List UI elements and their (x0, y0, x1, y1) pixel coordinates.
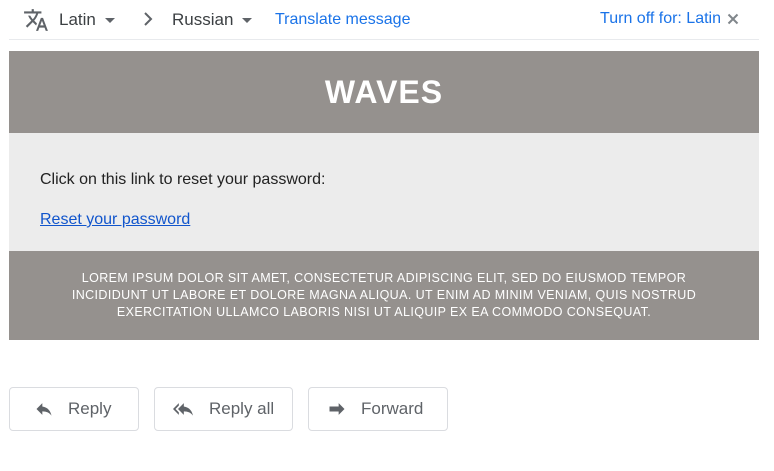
source-language-select[interactable]: Latin (59, 9, 115, 31)
brand-title: WAVES (324, 73, 444, 110)
reply-all-icon (173, 403, 193, 416)
chevron-down-icon (242, 17, 253, 23)
translate-message-link[interactable]: Translate message (275, 11, 410, 29)
turn-off-translation-link[interactable]: Turn off for: Latin (600, 10, 721, 28)
reset-instruction-text: Click on this link to reset your passwor… (40, 171, 326, 188)
forward-button[interactable]: Forward (308, 387, 448, 431)
source-language-label: Latin (59, 10, 96, 29)
translate-bar: Latin Russian Translate message Turn off… (9, 0, 759, 40)
email-footer-banner: LOREM IPSUM DOLOR SIT AMET, CONSECTETUR … (9, 251, 759, 340)
forward-label: Forward (361, 399, 424, 418)
target-language-select[interactable]: Russian (172, 9, 253, 31)
email-view: Latin Russian Translate message Turn off… (0, 0, 774, 471)
reply-icon (36, 403, 52, 416)
footer-text: LOREM IPSUM DOLOR SIT AMET, CONSECTETUR … (71, 271, 697, 319)
translate-icon[interactable] (23, 7, 49, 33)
reply-all-button[interactable]: Reply all (154, 387, 293, 431)
reply-button[interactable]: Reply (9, 387, 139, 431)
target-language-label: Russian (172, 10, 234, 29)
forward-icon (329, 403, 345, 415)
reset-password-link[interactable]: Reset your password (40, 211, 190, 229)
reply-label: Reply (68, 399, 112, 418)
chevron-right-icon (144, 12, 153, 26)
chevron-down-icon (104, 17, 115, 23)
email-content: Click on this link to reset your passwor… (9, 133, 759, 251)
close-icon[interactable] (727, 13, 739, 25)
reply-all-label: Reply all (209, 399, 275, 418)
email-header-banner: WAVES (9, 51, 759, 133)
